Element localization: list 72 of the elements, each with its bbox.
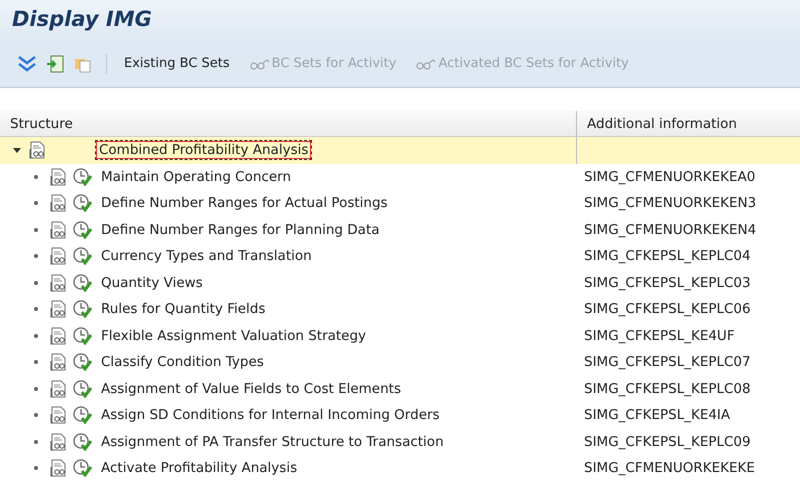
tree-node-label[interactable]: Combined Profitability Analysis: [96, 141, 312, 160]
tree-node-label[interactable]: Define Number Ranges for Actual Postings: [99, 195, 390, 212]
document-icon: [50, 353, 67, 372]
glasses-icon: [250, 58, 270, 70]
table-cell-text: SIMG_CFKEPSL_KEPLC09: [583, 434, 752, 450]
document-icon: [50, 432, 67, 451]
tree-node-label[interactable]: Rules for Quantity Fields: [99, 301, 268, 318]
document-icon: [50, 326, 67, 345]
expanded-caret-icon[interactable]: [13, 146, 21, 154]
document-icon: [50, 459, 67, 478]
clock-check-icon[interactable]: [73, 432, 93, 451]
table-cell-text: SIMG_CFMENUORKEKEN4: [583, 222, 758, 238]
table-cell-text: SIMG_CFKEPSL_KEPLC04: [583, 248, 752, 264]
clock-check-icon[interactable]: [73, 220, 93, 239]
bullet-icon: [34, 174, 38, 179]
filter-icon[interactable]: [18, 56, 36, 72]
column-header[interactable]: Additional information: [576, 111, 800, 136]
bullet-icon: [34, 307, 38, 312]
table-cell-text: SIMG_CFKEPSL_KE4IA: [583, 407, 732, 424]
document-icon: [50, 194, 67, 212]
bullet-icon: [34, 280, 38, 285]
clock-check-icon[interactable]: [73, 406, 93, 424]
bullet-icon: [34, 254, 38, 258]
document-icon: [50, 406, 67, 424]
table-cell-text: SIMG_CFKEPSL_KEPLC06: [583, 301, 752, 318]
document-icon: [50, 274, 67, 292]
bullet-icon: [34, 466, 38, 470]
tree-node-label[interactable]: Define Number Ranges for Planning Data: [99, 222, 382, 238]
table-cell-text: SIMG_CFKEPSL_KEPLC08: [583, 380, 752, 397]
clock-check-icon[interactable]: [73, 168, 93, 186]
document-icon: [29, 141, 46, 160]
tree-node-label[interactable]: Maintain Operating Concern: [99, 168, 294, 185]
table-cell-text: SIMG_CFMENUORKEKEKE: [583, 460, 756, 476]
clock-check-icon[interactable]: [73, 194, 93, 212]
tree-node-label[interactable]: Quantity Views: [99, 274, 205, 291]
tree-node-label[interactable]: Assignment of Value Fields to Cost Elements: [99, 380, 403, 397]
tree-node-label[interactable]: Activate Profitability Analysis: [99, 460, 300, 476]
tree-node-label[interactable]: Classify Condition Types: [99, 354, 266, 370]
table-cell-text: SIMG_CFKEPSL_KEPLC03: [583, 274, 752, 291]
clock-check-icon[interactable]: [73, 274, 93, 292]
table-cell-text: SIMG_CFMENUORKEKEN3: [583, 195, 758, 212]
tree-row[interactable]: Combined Profitability Analysis: [0, 137, 800, 164]
bullet-icon: [34, 413, 38, 418]
table-cell-text: SIMG_CFKEPSL_KEPLC07: [583, 354, 752, 370]
table-cell-text: SIMG_CFKEPSL_KE4UF: [583, 328, 736, 344]
toolbar-button[interactable]: Existing BC Sets: [121, 54, 233, 73]
document-icon: [50, 220, 67, 239]
export-icon[interactable]: [46, 54, 64, 72]
clock-check-icon[interactable]: [73, 380, 93, 398]
window-title: Display IMG: [12, 7, 152, 31]
tree-node-label[interactable]: Flexible Assignment Valuation Strategy: [99, 328, 368, 344]
document-icon: [50, 380, 67, 398]
document-icon: [50, 300, 67, 318]
clock-check-icon[interactable]: [73, 247, 93, 266]
tree-node-label[interactable]: Assignment of PA Transfer Structure to Transaction: [99, 434, 446, 450]
clock-check-icon[interactable]: [73, 353, 93, 372]
bullet-icon: [34, 228, 38, 232]
bullet-icon: [34, 360, 38, 364]
tree-node-label[interactable]: Currency Types and Translation: [99, 248, 314, 264]
glasses-icon: [416, 58, 436, 70]
bullet-icon: [34, 334, 38, 338]
bullet-icon: [34, 386, 38, 391]
bullet-icon: [34, 440, 38, 444]
clock-check-icon[interactable]: [73, 326, 93, 345]
tree-node-label[interactable]: Assign SD Conditions for Internal Incoming Orders: [99, 407, 442, 424]
column-header[interactable]: Structure: [0, 116, 576, 132]
table-cell-text: SIMG_CFMENUORKEKEA0: [583, 168, 756, 185]
bullet-icon: [34, 201, 38, 206]
document-icon: [50, 247, 67, 266]
clock-check-icon[interactable]: [73, 459, 93, 478]
clock-check-icon[interactable]: [73, 300, 93, 318]
document-icon: [50, 168, 67, 186]
